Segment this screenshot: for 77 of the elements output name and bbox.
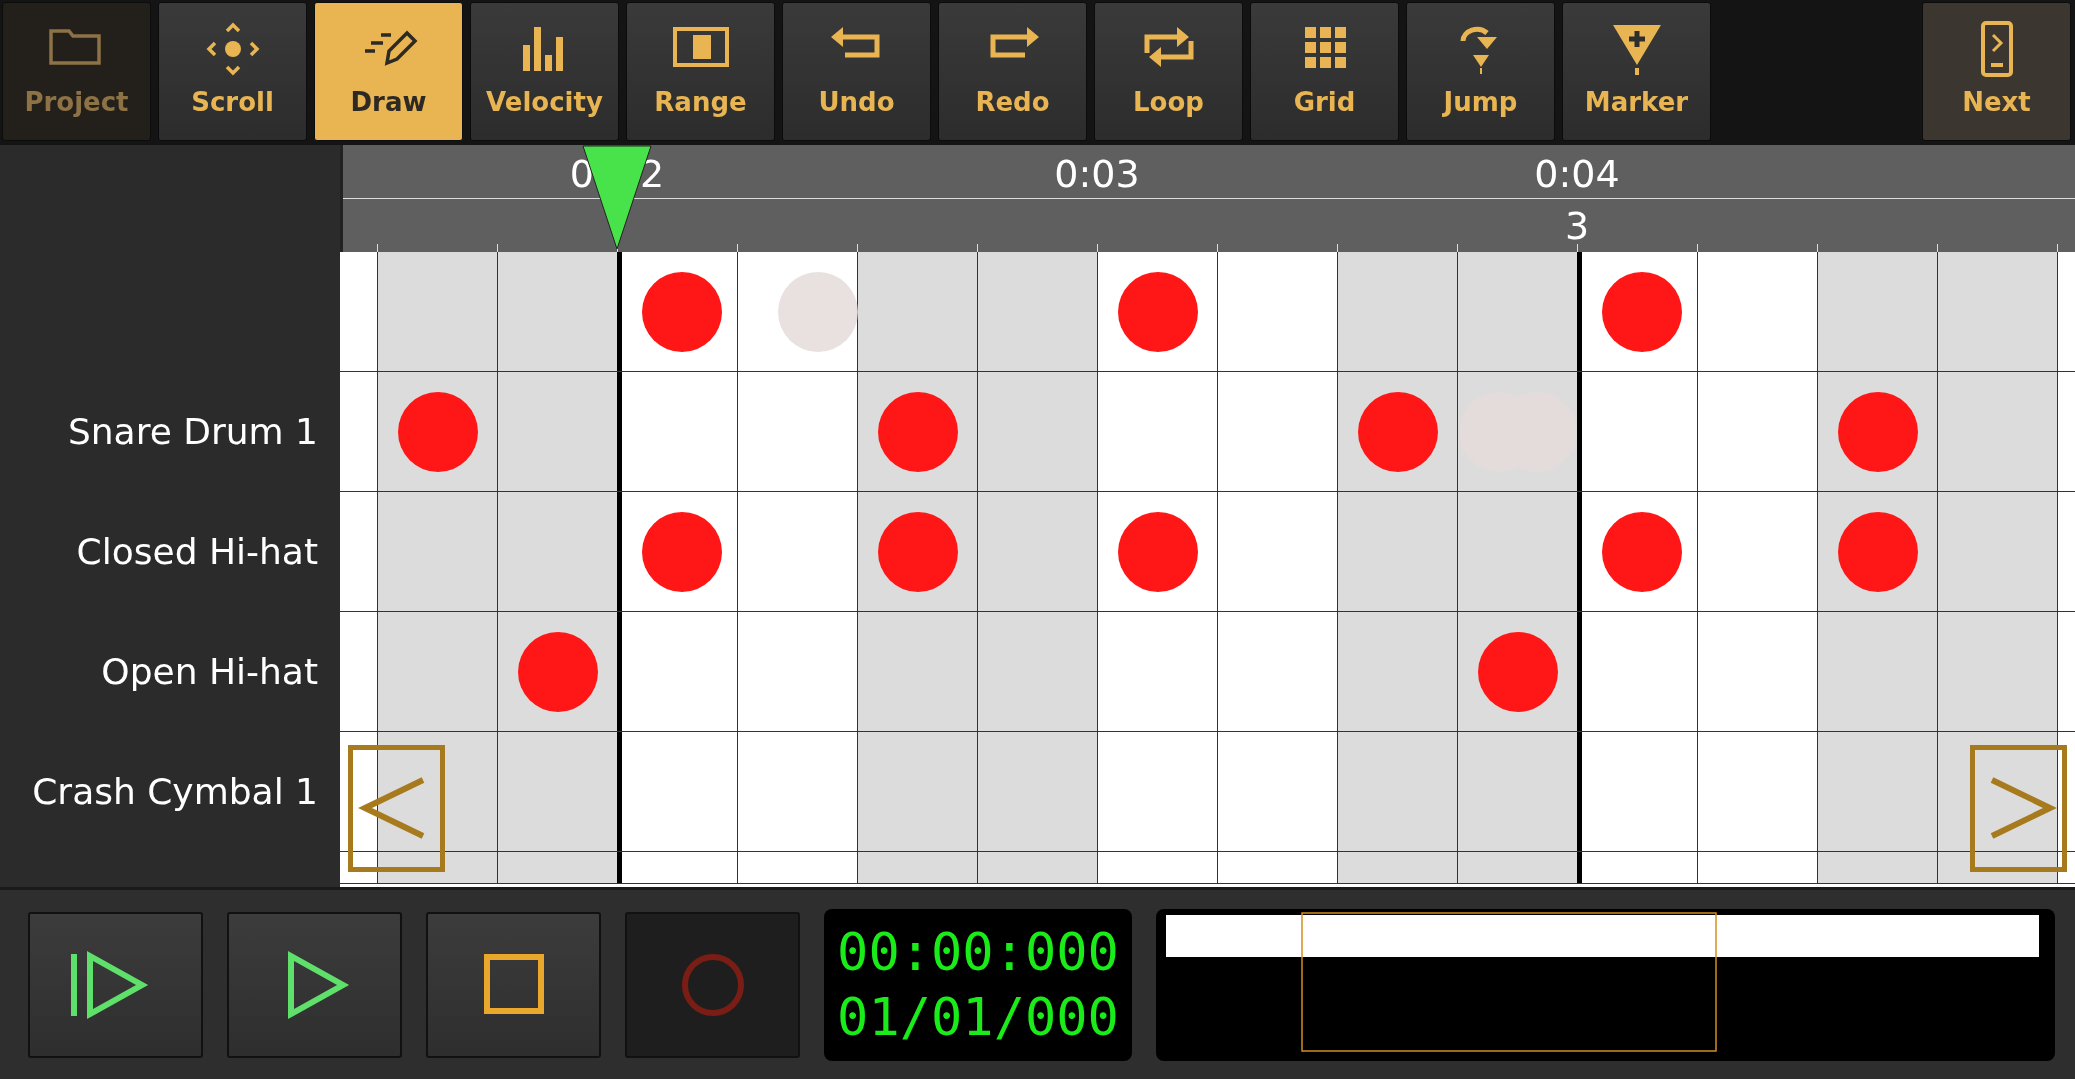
grid-cell[interactable] <box>1937 612 2057 731</box>
track-name: Crash Cymbal 1 <box>31 770 319 814</box>
tool-button[interactable]: Jump <box>1406 2 1555 141</box>
grid-cell[interactable] <box>1337 372 1457 491</box>
grid-cell[interactable] <box>1817 252 1937 371</box>
tool-button[interactable]: Range <box>626 2 775 141</box>
position-counter: 01/01/000 <box>837 985 1119 1049</box>
grid-cell[interactable] <box>857 852 977 883</box>
grid-cell[interactable] <box>1937 372 2057 491</box>
grid-cell[interactable] <box>977 612 1097 731</box>
grid-cell[interactable] <box>1937 492 2057 611</box>
grid-cell[interactable] <box>1457 492 1577 611</box>
grid-cell[interactable] <box>377 612 497 731</box>
record-button[interactable] <box>625 911 800 1058</box>
grid-cell[interactable] <box>857 612 977 731</box>
grid-cell[interactable] <box>857 732 977 851</box>
grid-cell[interactable] <box>497 852 617 883</box>
grid-cell[interactable] <box>377 252 497 371</box>
next-button[interactable]: Next <box>1922 2 2071 141</box>
grid-cell[interactable] <box>1457 252 1577 371</box>
tool-button[interactable]: Draw <box>314 2 463 141</box>
grid-cell[interactable] <box>977 852 1097 883</box>
grid-cell[interactable] <box>497 492 617 611</box>
grid-cell[interactable] <box>1457 612 1577 731</box>
tool-button[interactable]: Loop <box>1094 2 1243 141</box>
tool-button[interactable]: Velocity <box>470 2 619 141</box>
time-label: 0:04 <box>1534 155 1620 193</box>
grid-cell[interactable] <box>1817 732 1937 851</box>
tool-button[interactable]: Marker <box>1562 2 1711 141</box>
grid-cell[interactable] <box>497 612 617 731</box>
time-label: 0 <box>569 155 594 193</box>
grid-cell[interactable] <box>377 852 497 883</box>
grid-cell[interactable] <box>977 492 1097 611</box>
tool-button[interactable]: Scroll <box>158 2 307 141</box>
grid-cell[interactable] <box>737 252 857 371</box>
grid-cell[interactable] <box>1457 852 1577 883</box>
viewport-frame[interactable] <box>1301 911 1717 1052</box>
grid-cell[interactable] <box>977 252 1097 371</box>
grid-cell[interactable] <box>857 252 977 371</box>
grid-cell[interactable] <box>857 492 977 611</box>
grid-cell[interactable] <box>497 372 617 491</box>
grid-cell[interactable] <box>1457 732 1577 851</box>
tool-button[interactable]: Grid <box>1250 2 1399 141</box>
track-name: Closed Hi-hat <box>75 530 319 574</box>
tool-button[interactable]: Undo <box>782 2 931 141</box>
grid-cell[interactable] <box>497 252 617 371</box>
bar-number: 3 <box>1564 207 1590 245</box>
grid-cell[interactable] <box>1337 612 1457 731</box>
grid-cell[interactable] <box>1817 852 1937 883</box>
time-label: 2 <box>640 155 665 193</box>
grid-cell[interactable] <box>1337 852 1457 883</box>
grid-cell[interactable] <box>977 372 1097 491</box>
grid-cell[interactable] <box>857 372 977 491</box>
grid-cell[interactable] <box>1817 492 1937 611</box>
grid-cell[interactable] <box>1337 252 1457 371</box>
tool-button[interactable]: Redo <box>938 2 1087 141</box>
rewind-button[interactable] <box>28 911 203 1058</box>
grid-cell[interactable] <box>1337 732 1457 851</box>
overview-panel[interactable] <box>1156 908 2055 1061</box>
grid-cell[interactable] <box>1817 612 1937 731</box>
grid-cell[interactable] <box>1337 492 1457 611</box>
scroll-left-button[interactable] <box>348 745 445 872</box>
track-name: Open Hi-hat <box>100 650 319 694</box>
grid-cell[interactable] <box>1817 372 1937 491</box>
stop-button[interactable] <box>426 911 601 1058</box>
grid-cell[interactable] <box>377 492 497 611</box>
time-label: 0:03 <box>1054 155 1140 193</box>
scroll-right-button[interactable] <box>1970 745 2067 872</box>
grid-cell[interactable] <box>1937 252 2057 371</box>
grid-cell[interactable] <box>977 732 1097 851</box>
track-name: Snare Drum 1 <box>66 410 319 454</box>
grid-cell[interactable] <box>497 732 617 851</box>
play-button[interactable] <box>227 911 402 1058</box>
grid-cell[interactable] <box>377 732 497 851</box>
time-counter: 00:00:000 <box>837 920 1119 984</box>
grid-cell[interactable] <box>377 372 497 491</box>
grid-cell[interactable] <box>1457 372 1577 491</box>
